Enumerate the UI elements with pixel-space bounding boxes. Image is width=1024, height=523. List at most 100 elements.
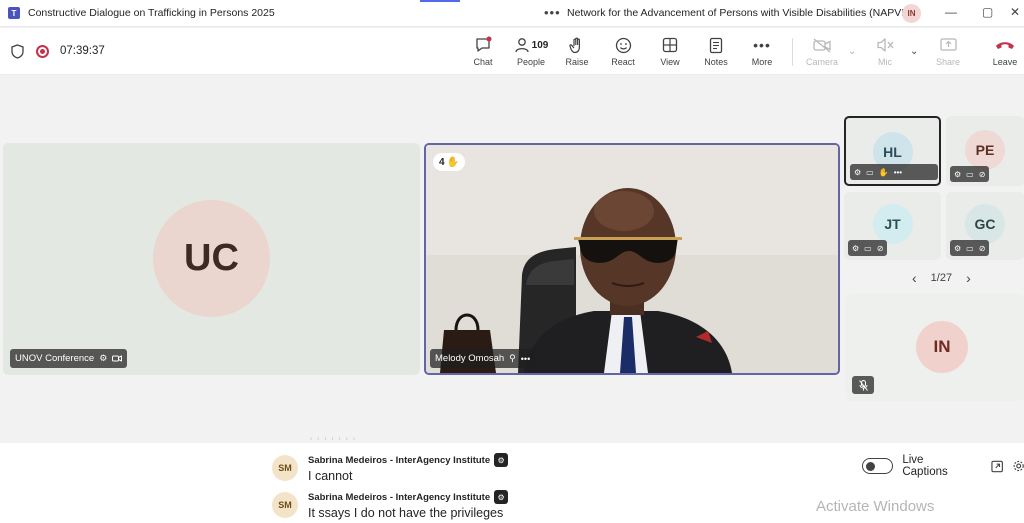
pin-icon[interactable]: ⚲ [509, 353, 516, 364]
scrolled-caption-fragment: ' ' ' ' ' ' ' [310, 436, 357, 448]
speaker-video-image [426, 145, 838, 373]
page-indicator: 1/27 [930, 272, 953, 284]
meeting-toolbar: 07:39:37 Chat 109 People Raise React Vie… [0, 28, 1024, 75]
tile-controls: ⚙ ▭ ⊘ [950, 166, 990, 182]
self-view-tile[interactable]: IN [846, 294, 1024, 401]
shield-icon[interactable] [11, 44, 24, 59]
tile-controls: ⚙ ▭ ⊘ [950, 240, 990, 256]
more-button[interactable]: ••• More [740, 34, 784, 72]
live-captions-toggle[interactable] [862, 458, 894, 474]
participant-tile-gc[interactable]: GC ⚙ ▭ ⊘ [946, 192, 1024, 260]
recording-indicator-icon [36, 45, 49, 58]
camera-off-icon: ▭ [866, 167, 874, 177]
camera-off-icon: ▭ [966, 169, 974, 179]
share-button[interactable]: Share [926, 34, 970, 72]
toolbar-divider [792, 38, 793, 66]
notes-icon [709, 34, 723, 56]
camera-button[interactable]: Camera [800, 34, 844, 72]
org-icon: ⚙ [854, 167, 862, 177]
org-icon: ⚙ [99, 353, 108, 363]
hand-icon: ✋ [878, 167, 889, 177]
more-options-icon[interactable]: ••• [521, 354, 530, 364]
view-button[interactable]: View [648, 34, 692, 72]
active-indicator [420, 0, 460, 2]
people-button[interactable]: 109 People [506, 34, 556, 72]
tile-controls: ⚙ ▭ ✋ ••• [850, 164, 938, 180]
mic-options-chevron-down-icon[interactable]: ⌄ [910, 46, 918, 57]
mic-off-icon: ⊘ [978, 243, 986, 253]
organization-name[interactable]: Network for the Advancement of Persons w… [567, 7, 915, 19]
minimize-button[interactable]: — [945, 5, 957, 19]
live-captions-control: Live Captions [862, 454, 1024, 478]
more-options-icon[interactable]: ••• [544, 5, 561, 20]
live-captions-label: Live Captions [902, 454, 948, 478]
raise-hand-button[interactable]: Raise [555, 34, 599, 72]
notes-button[interactable]: Notes [694, 34, 738, 72]
gear-icon[interactable] [1013, 460, 1024, 472]
meeting-timer: 07:39:37 [60, 45, 105, 57]
windows-activation-watermark: Activate Windows [816, 498, 935, 515]
participant-avatar: GC [965, 204, 1005, 244]
caption-speaker: Sabrina Medeiros - InterAgency Institute [308, 491, 491, 503]
chat-button[interactable]: Chat [461, 34, 505, 72]
share-icon [939, 34, 957, 56]
window-title: Constructive Dialogue on Trafficking in … [28, 7, 275, 19]
react-button[interactable]: React [601, 34, 645, 72]
org-icon: ⚙ [954, 243, 962, 253]
title-bar: T Constructive Dialogue on Trafficking i… [0, 0, 1024, 27]
tile-controls: ⚙ ▭ ⊘ [848, 240, 888, 256]
camera-off-icon [812, 34, 832, 56]
teams-logo-icon: T [8, 7, 20, 19]
hand-icon [569, 34, 585, 56]
raise-hand-badge: 4 ✋ [433, 153, 466, 171]
participant-tile-uc[interactable]: UC UNOV Conference ⚙ [3, 143, 420, 375]
more-options-icon[interactable]: ••• [894, 168, 902, 177]
hand-icon: ✋ [446, 156, 460, 168]
smile-icon [615, 34, 632, 56]
caption-entry: SM Sabrina Medeiros - InterAgency Instit… [272, 453, 509, 483]
mic-button[interactable]: Mic [863, 34, 907, 72]
participant-avatar: UC [153, 200, 270, 317]
self-mic-off-icon [852, 376, 874, 394]
chat-icon [474, 34, 492, 56]
restore-button[interactable]: ▢ [982, 5, 993, 19]
caption-text: It ssays I do not have the privileges [308, 506, 504, 520]
org-icon: ⚙ [852, 243, 860, 253]
camera-off-icon: ▭ [966, 243, 974, 253]
more-icon: ••• [753, 37, 771, 53]
mic-off-icon [876, 34, 894, 56]
camera-off-icon: ▭ [864, 243, 872, 253]
previous-page-button[interactable]: ‹ [912, 270, 917, 286]
gallery-pager: ‹ 1/27 › [912, 270, 971, 286]
participant-tile-hl[interactable]: HL ⚙ ▭ ✋ ••• [844, 116, 941, 186]
caption-text: I cannot [308, 469, 353, 483]
caption-speaker: Sabrina Medeiros - InterAgency Institute [308, 454, 491, 466]
people-icon: 109 [514, 34, 549, 56]
user-avatar[interactable]: IN [902, 4, 921, 23]
org-icon: ⚙ [494, 453, 509, 467]
close-button[interactable]: ✕ [1010, 5, 1020, 19]
popout-icon[interactable] [991, 460, 1004, 473]
org-icon: ⚙ [494, 490, 509, 504]
participant-avatar: PE [965, 130, 1005, 170]
speaker-name-chip: Melody Omosah ⚲ ••• [430, 349, 536, 368]
live-captions-panel: ' ' ' ' ' ' ' SM Sabrina Medeiros - Inte… [0, 436, 1024, 523]
leave-button[interactable]: Leave [986, 34, 1024, 72]
participant-tile-jt[interactable]: JT ⚙ ▭ ⊘ [844, 192, 941, 260]
mic-off-icon: ⊘ [978, 169, 986, 179]
participant-avatar: JT [872, 204, 913, 244]
grid-icon [662, 34, 678, 56]
camera-off-icon [112, 355, 123, 362]
org-icon: ⚙ [954, 169, 962, 179]
mic-off-icon: ⊘ [876, 243, 884, 253]
caption-entry: SM Sabrina Medeiros - InterAgency Instit… [272, 490, 509, 520]
participant-name-chip: UNOV Conference ⚙ [10, 349, 128, 368]
caption-avatar: SM [272, 455, 298, 481]
self-avatar: IN [916, 321, 968, 373]
participant-count: 109 [531, 39, 549, 51]
next-page-button[interactable]: › [966, 270, 971, 286]
camera-options-chevron-down-icon[interactable]: ⌄ [848, 46, 856, 57]
participant-tile-pe[interactable]: PE ⚙ ▭ ⊘ [946, 116, 1024, 186]
phone-icon [995, 34, 1015, 56]
participant-tile-video[interactable]: 4 ✋ Melody Omosah ⚲ ••• [424, 143, 840, 375]
